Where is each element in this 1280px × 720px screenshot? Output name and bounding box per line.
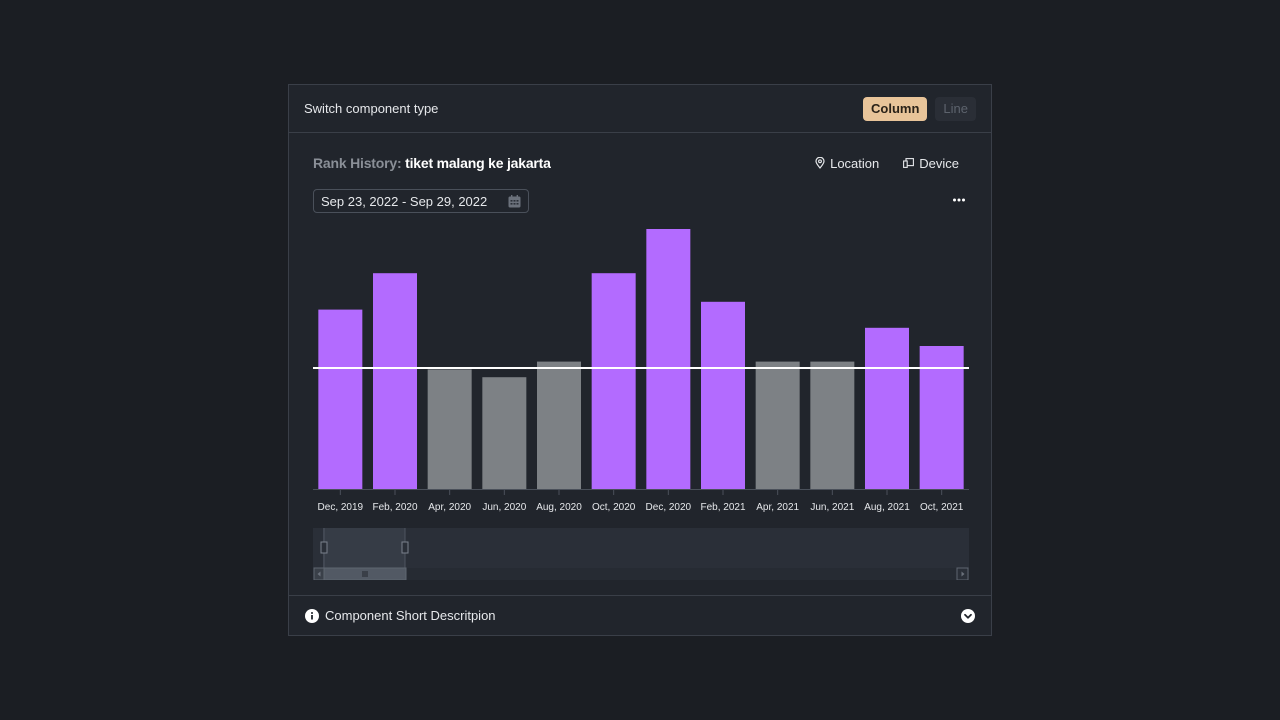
location-pin-icon	[815, 157, 825, 169]
date-range-picker[interactable]: Sep 23, 2022 - Sep 29, 2022	[313, 189, 529, 213]
bar-7[interactable]	[646, 229, 691, 489]
filters: Location Device	[815, 156, 959, 171]
chart-title: Rank History: tiket malang ke jakarta	[313, 155, 551, 171]
description-footer[interactable]: Component Short Descritpion	[289, 595, 991, 635]
bar-4[interactable]	[482, 377, 527, 489]
x-tick-label: Dec, 2019	[318, 502, 364, 513]
device-icon	[903, 158, 915, 168]
x-tick-label: Feb, 2020	[372, 502, 417, 513]
column-button[interactable]: Column	[863, 96, 928, 121]
description-label-group: Component Short Descritpion	[305, 608, 496, 623]
location-filter[interactable]: Location	[815, 156, 879, 171]
range-navigator[interactable]	[313, 528, 969, 581]
description-label: Component Short Descritpion	[325, 608, 496, 623]
bar-3[interactable]	[427, 369, 472, 489]
calendar-icon	[508, 194, 521, 207]
device-filter[interactable]: Device	[903, 156, 959, 171]
x-tick-label: Aug, 2021	[864, 502, 910, 513]
chevron-down-icon[interactable]	[961, 608, 975, 623]
bar-8[interactable]	[701, 301, 745, 489]
bar-10[interactable]	[810, 361, 855, 489]
device-label: Device	[919, 155, 959, 171]
bar-5[interactable]	[537, 361, 581, 489]
x-tick-label: Oct, 2020	[592, 502, 636, 513]
x-tick-label: Dec, 2020	[646, 502, 692, 513]
component-type-bar: Switch component type Column Line	[289, 85, 991, 133]
x-tick-label: Jun, 2020	[482, 502, 526, 513]
x-tick-label: Oct, 2021	[920, 502, 964, 513]
location-label: Location	[830, 155, 880, 171]
x-tick-label: Feb, 2021	[700, 502, 745, 513]
navigator-right-handle[interactable]	[401, 541, 409, 554]
switch-type-label: Switch component type	[304, 101, 439, 116]
title-keyword: tiket malang ke jakarta	[405, 155, 551, 171]
date-range-value: Sep 23, 2022 - Sep 29, 2022	[321, 193, 488, 209]
title-prefix: Rank History:	[313, 155, 402, 171]
rank-history-chart: Dec, 2019 Feb, 2020 Apr, 2020 Jun, 2020 Aug,…	[313, 229, 969, 513]
x-tick-label: Apr, 2020	[428, 502, 471, 513]
more-options-icon[interactable]	[951, 193, 967, 207]
bar-1[interactable]	[318, 309, 363, 489]
navigator-graphics	[313, 528, 969, 581]
info-icon	[305, 608, 319, 623]
rank-history-card: Switch component type Column Line Rank H…	[288, 84, 992, 636]
title-row: Rank History: tiket malang ke jakarta Lo…	[313, 153, 967, 173]
x-tick-label: Aug, 2020	[536, 502, 582, 513]
line-button[interactable]: Line	[935, 96, 976, 121]
navigator-scrollbar-thumb[interactable]	[313, 567, 407, 581]
navigator-scrollbar-track[interactable]	[313, 568, 969, 580]
x-tick-label: Jun, 2021	[810, 502, 854, 513]
navigator-left-handle[interactable]	[320, 541, 328, 554]
x-tick-label: Apr, 2021	[756, 502, 799, 513]
component-type-switch: Column Line	[863, 96, 976, 121]
navigator-selection[interactable]	[323, 528, 405, 568]
bar-2[interactable]	[373, 273, 417, 489]
bar-6[interactable]	[591, 273, 636, 489]
bar-9[interactable]	[755, 361, 800, 489]
bar-11[interactable]	[865, 327, 909, 489]
